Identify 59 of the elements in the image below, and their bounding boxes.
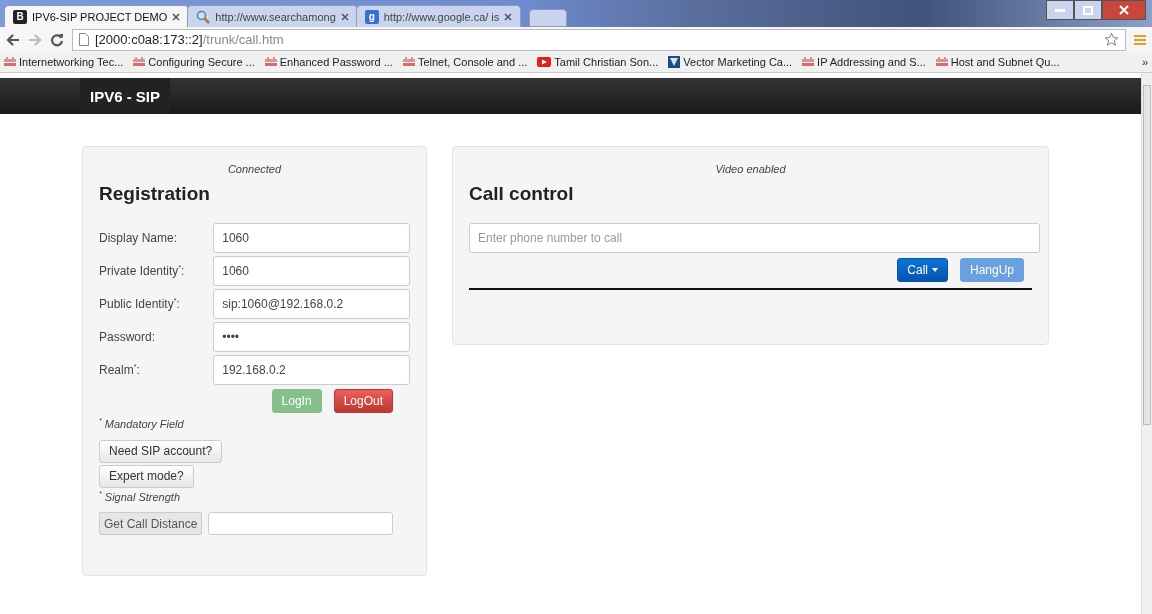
brand-link[interactable]: IPV6 - SIP	[80, 78, 171, 114]
close-icon[interactable]	[340, 12, 349, 21]
restore-icon	[1083, 5, 1093, 15]
tab-favicon: B	[13, 9, 27, 24]
back-arrow-icon[interactable]	[6, 33, 20, 46]
bookmark-link[interactable]: IP Addressing and S...	[802, 56, 926, 68]
input-field[interactable]: sip:1060@192.168.0.2	[213, 289, 410, 319]
field-label: Private Identity$^{*}$:	[99, 264, 186, 278]
bookmark-link[interactable]: Telnet, Console and ...	[402, 56, 528, 68]
call-button[interactable]: Call	[897, 258, 948, 282]
minimize-icon	[1055, 8, 1065, 12]
scrollbar[interactable]	[1141, 73, 1152, 614]
browser-tab[interactable]: http://www.searchamong	[187, 5, 358, 27]
minimize-button[interactable]	[1046, 0, 1074, 20]
field-label: Display Name:	[99, 231, 179, 245]
close-button[interactable]	[1102, 0, 1146, 20]
video-play-icon	[537, 57, 552, 67]
status-text: Video enabled	[714, 163, 787, 175]
sip-account-button[interactable]: Need SIP account?	[99, 439, 223, 463]
address-bar[interactable]: [2000:c0a8:173::2]/trunk/call.htm	[72, 28, 1126, 51]
input-field[interactable]: 1060	[213, 223, 410, 253]
expert-mode-button[interactable]: Expert mode?	[99, 464, 194, 488]
panel-title: Registration	[99, 183, 211, 205]
panel-title: Call control	[469, 183, 575, 205]
bookmark-link[interactable]: Enhanced Password ...	[264, 56, 393, 68]
distance-field[interactable]	[208, 512, 394, 536]
magnifier-icon	[196, 9, 211, 24]
bookmark-link[interactable]: Vector Marketing Ca...	[668, 56, 793, 68]
field-label: Password:	[99, 330, 157, 344]
new-tab-button[interactable]	[529, 9, 568, 27]
close-icon[interactable]	[172, 12, 181, 21]
chevron-logo-icon	[668, 56, 681, 68]
url-text: [2000:c0a8:173::2]/trunk/call.htm	[95, 32, 284, 47]
field-label: Realm$^{*}$:	[99, 363, 141, 377]
input-field[interactable]: 1060	[213, 256, 410, 286]
signal-note: $^{*}$ Signal Strength	[99, 489, 181, 503]
browser-tab[interactable]: B IPV6-SIP PROJECT DEMO	[4, 5, 190, 27]
bookmark-link[interactable]: Host and Subnet Qu...	[935, 56, 1060, 68]
close-icon[interactable]	[504, 12, 513, 21]
mandatory-note: $^{*}$ Mandatory Field	[99, 417, 185, 430]
close-icon	[1119, 5, 1129, 15]
maximize-button[interactable]	[1074, 0, 1102, 20]
page-icon	[79, 33, 89, 46]
star-icon[interactable]	[1104, 32, 1119, 47]
field-label: Public Identity$^{*}$:	[99, 297, 181, 311]
browser-tab[interactable]: g http://www.google.ca/ is	[355, 5, 522, 27]
tab-favicon: g	[364, 9, 379, 24]
input-field[interactable]: ••••	[213, 322, 410, 352]
bookmarks-overflow[interactable]: »	[1141, 56, 1148, 68]
status-text: Connected	[226, 163, 283, 175]
bookmark-link[interactable]: Internetworking Tec...	[4, 56, 124, 68]
reload-icon[interactable]	[50, 32, 64, 47]
bookmark-link[interactable]: Configuring Secure ...	[133, 56, 255, 68]
caret-icon	[931, 268, 938, 272]
call-distance-button[interactable]: Get Call Distance	[99, 512, 203, 536]
input-field[interactable]: 192.168.0.2	[213, 355, 410, 385]
phone-number-field[interactable]: Enter phone number to call	[469, 223, 1040, 253]
logout-button[interactable]: LogOut	[333, 389, 393, 413]
bookmark-link[interactable]: Tamil Christian Son...	[537, 56, 659, 68]
